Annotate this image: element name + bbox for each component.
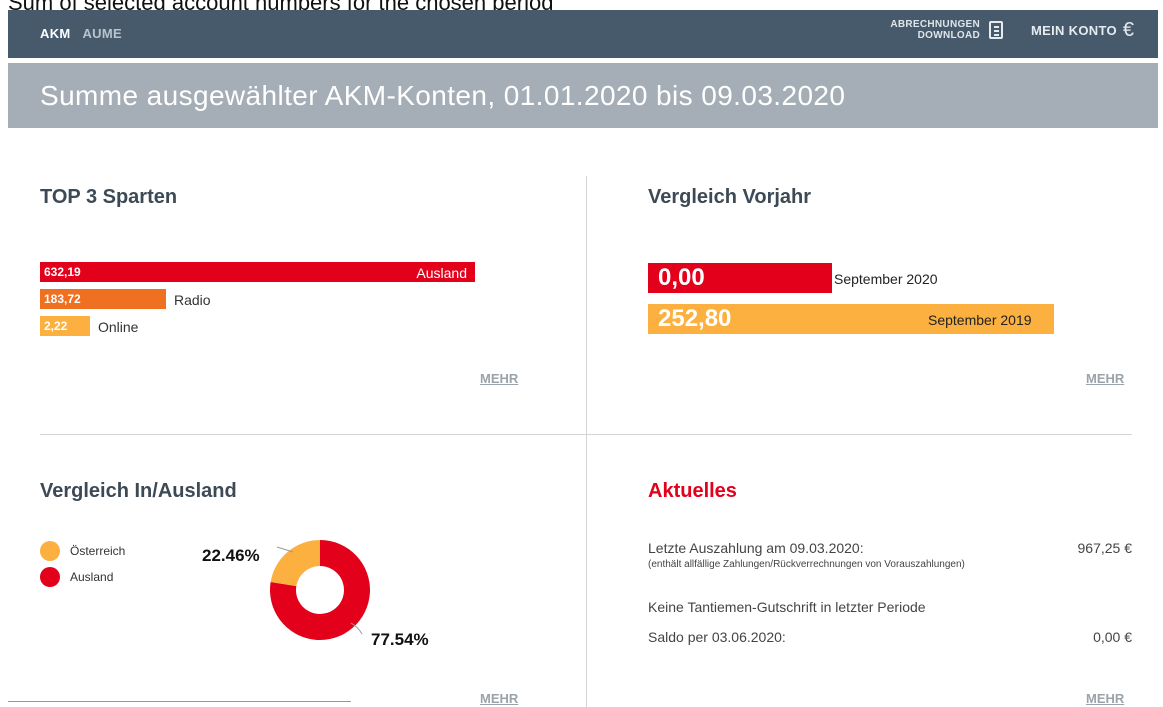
- horizontal-divider-left: [40, 434, 586, 435]
- balance-amount: 0,00 €: [1093, 629, 1132, 645]
- vorjahr-previous-label: September 2019: [928, 312, 1032, 328]
- inausland-more-link[interactable]: MEHR: [480, 691, 518, 706]
- vorjahr-current-value: 0,00: [658, 264, 705, 291]
- vorjahr-more-link[interactable]: MEHR: [1086, 371, 1124, 386]
- tab-aume[interactable]: AUME: [82, 26, 121, 41]
- aktuelles-title: Aktuelles: [648, 480, 737, 502]
- top3-bar-label: Ausland: [416, 265, 467, 281]
- vertical-divider: [586, 176, 587, 707]
- euro-icon[interactable]: €: [1123, 20, 1134, 40]
- legend-swatch-oesterreich: [40, 541, 60, 561]
- inausland-title: Vergleich In/Ausland: [40, 480, 237, 502]
- top-actions: ABRECHNUNGEN DOWNLOAD MEIN KONTO €: [890, 19, 1134, 41]
- page-banner: Summe ausgewählter AKM-Konten, 01.01.202…: [8, 63, 1158, 128]
- top3-bar-online: 2,22 Online: [40, 316, 138, 336]
- balance-label: Saldo per 03.06.2020:: [648, 629, 786, 645]
- pct-ausland: 77.54%: [371, 630, 429, 649]
- top3-bar-value: 183,72: [44, 292, 81, 306]
- top3-bar-value: 632,19: [44, 265, 81, 279]
- legend-swatch-ausland: [40, 567, 60, 587]
- mein-konto-link[interactable]: MEIN KONTO: [1031, 23, 1117, 38]
- download-label-line1: ABRECHNUNGEN: [890, 19, 981, 30]
- download-link[interactable]: ABRECHNUNGEN DOWNLOAD: [890, 19, 980, 41]
- nav-tabs: AKM AUME: [40, 26, 130, 41]
- download-label-line2: DOWNLOAD: [917, 30, 981, 41]
- pct-inland: 22.46%: [202, 546, 260, 565]
- top3-bar-label: Radio: [174, 292, 211, 308]
- vorjahr-bar-current: 0,00 September 2020: [648, 263, 938, 293]
- top3-more-link[interactable]: MEHR: [480, 371, 518, 386]
- document-icon[interactable]: [989, 21, 1004, 39]
- vorjahr-bar-previous: 252,80 September 2019: [648, 304, 1054, 334]
- legend-item-oesterreich: Österreich: [40, 538, 125, 564]
- top3-bar-value: 2,22: [44, 319, 68, 333]
- page-title: Summe ausgewählter AKM-Konten, 01.01.202…: [40, 80, 846, 111]
- legend-label: Österreich: [70, 544, 126, 558]
- top-navigation-bar: AKM AUME ABRECHNUNGEN DOWNLOAD MEIN KONT…: [8, 10, 1158, 58]
- legend-item-ausland: Ausland: [40, 564, 125, 590]
- top3-bar-label: Online: [98, 319, 139, 335]
- top3-bar-radio: 183,72 Radio: [40, 289, 211, 309]
- vorjahr-current-label: September 2020: [834, 271, 938, 287]
- aktuelles-more-link[interactable]: MEHR: [1086, 691, 1124, 706]
- last-payout-amount: 967,25 €: [1077, 540, 1133, 556]
- last-payout-note: (enthält allfällige Zahlungen/Rückverrec…: [648, 559, 965, 570]
- horizontal-divider-right: [587, 434, 1132, 435]
- inausland-legend: Österreich Ausland: [40, 538, 125, 590]
- donut-leader-inland: [276, 546, 294, 553]
- top3-title: TOP 3 Sparten: [40, 186, 178, 208]
- last-payout-label: Letzte Auszahlung am 09.03.2020:: [648, 540, 864, 556]
- no-credit-note: Keine Tantiemen-Gutschrift in letzter Pe…: [648, 599, 926, 615]
- bottom-divider: [8, 701, 351, 702]
- vorjahr-previous-value: 252,80: [658, 305, 732, 332]
- legend-label: Ausland: [70, 570, 114, 584]
- tab-akm[interactable]: AKM: [40, 26, 71, 41]
- vorjahr-title: Vergleich Vorjahr: [648, 186, 812, 208]
- top3-bar-ausland: 632,19 Ausland: [40, 262, 475, 282]
